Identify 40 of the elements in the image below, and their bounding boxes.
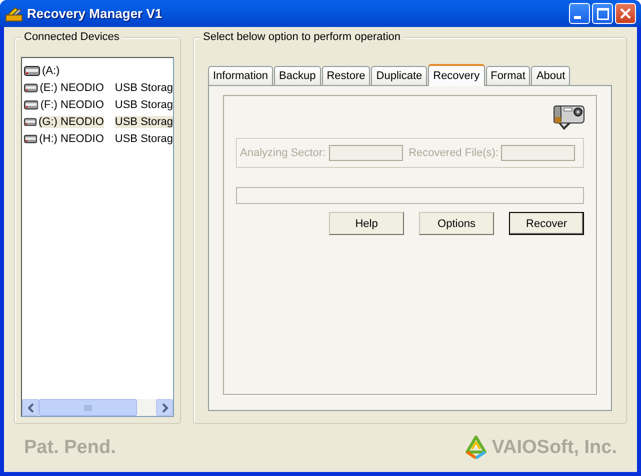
tab[interactable]: Restore	[322, 66, 370, 85]
tools-icon	[5, 6, 23, 22]
device-item[interactable]: (G:) NEODIO USB Storag	[22, 113, 173, 130]
maximize-icon	[596, 8, 608, 20]
minimize-icon	[574, 16, 580, 19]
action-button[interactable]: Options	[419, 212, 494, 235]
tab[interactable]: Recovery	[428, 64, 485, 86]
scroll-right-button[interactable]	[156, 399, 173, 416]
grip-icon	[84, 404, 92, 410]
tab[interactable]: Duplicate	[371, 66, 428, 85]
tab[interactable]: Backup	[274, 66, 321, 85]
drive-icon	[24, 134, 38, 144]
action-button[interactable]: Help	[329, 212, 404, 235]
scroll-left-button[interactable]	[22, 399, 39, 416]
minimize-button[interactable]	[569, 3, 590, 24]
maximize-button[interactable]	[592, 3, 613, 24]
device-item[interactable]: (A:)	[22, 62, 173, 79]
drive-icon	[24, 116, 37, 126]
patent-note: Pat. Pend.	[24, 437, 116, 459]
action-button[interactable]: Recover	[509, 212, 584, 235]
company-name: VAIOSoft, Inc.	[492, 437, 617, 459]
scroll-thumb[interactable]	[39, 399, 137, 416]
group-title: Connected Devices	[21, 31, 122, 43]
tab[interactable]: Format	[486, 66, 530, 85]
window-title: Recovery Manager V1	[27, 6, 164, 21]
field-label: Recovered File(s):	[408, 147, 498, 159]
close-button[interactable]	[615, 3, 636, 24]
tab[interactable]: Information	[208, 66, 274, 85]
device-item[interactable]: (H:) NEODIO USB Storag	[22, 130, 173, 147]
device-item[interactable]: (E:) NEODIO USB Storag	[22, 79, 173, 96]
horizontal-scrollbar[interactable]	[22, 399, 173, 416]
drive-icon	[24, 66, 40, 76]
tab[interactable]: About	[531, 66, 570, 85]
device-item[interactable]: (F:) NEODIO USB Storag	[22, 96, 173, 113]
logo-icon	[462, 434, 489, 462]
field-label: Analyzing Sector:	[240, 147, 326, 159]
drive-icon	[24, 100, 38, 110]
close-icon	[620, 8, 631, 19]
group-title: Select below option to perform operation	[200, 31, 404, 43]
drive-icon	[24, 82, 38, 92]
